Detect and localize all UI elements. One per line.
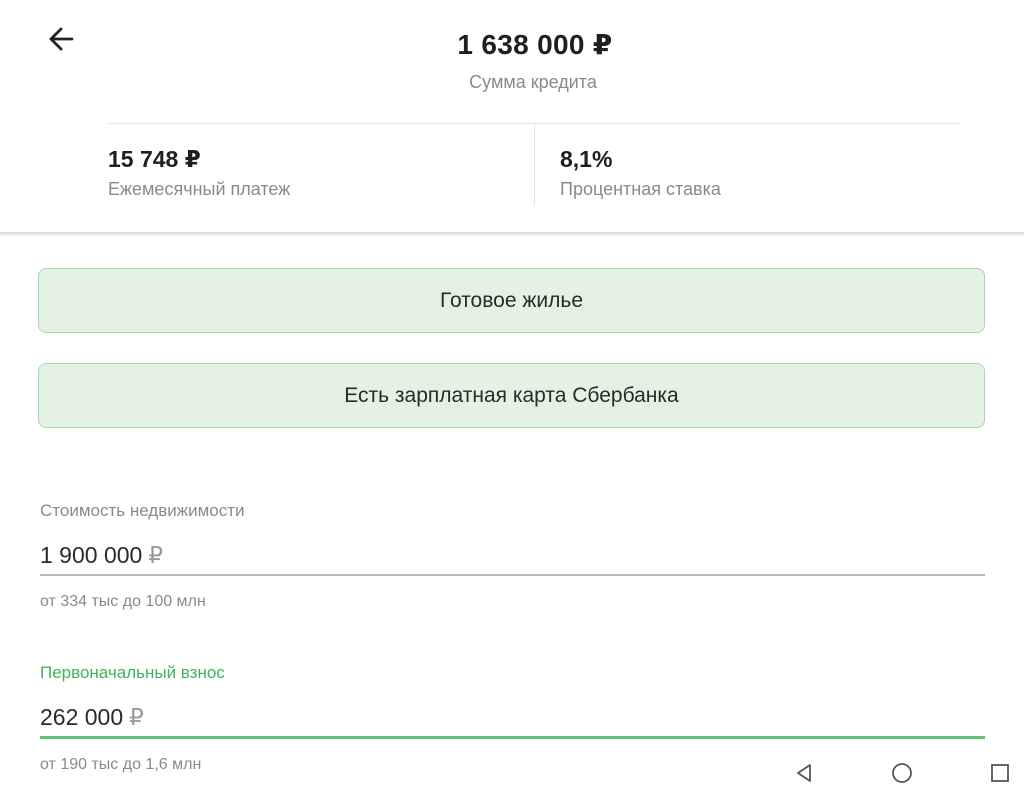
property-price-hint: от 334 тыс до 100 млн [40, 593, 206, 610]
down-payment-label: Первоначальный взнос [40, 663, 225, 682]
monthly-payment: 15 748 ₽ Ежемесячный платеж [108, 144, 290, 200]
monthly-payment-value: 15 748 ₽ [108, 146, 201, 172]
down-payment-hint: от 190 тыс до 1,6 млн [40, 756, 202, 773]
option-ready-housing-button[interactable]: Готовое жилье [38, 268, 985, 333]
property-price-field: Стоимость недвижимости 1 900 000 ₽ от 33… [40, 500, 985, 612]
down-payment-input[interactable]: 262 000 ₽ [40, 702, 985, 739]
down-payment-value[interactable]: 262 000 [40, 702, 123, 732]
property-price-input[interactable]: 1 900 000 ₽ [40, 540, 985, 576]
triangle-back-icon[interactable] [792, 761, 816, 785]
monthly-payment-label: Ежемесячный платеж [108, 179, 291, 199]
summary-header: 1 638 000 ₽ Сумма кредита 15 748 ₽ Ежеме… [0, 0, 1024, 233]
interest-rate-value: 8,1% [560, 146, 613, 172]
option-salary-card-button[interactable]: Есть зарплатная карта Сбербанка [38, 363, 985, 428]
down-payment-field: Первоначальный взнос 262 000 ₽ от 190 ты… [40, 662, 985, 775]
loan-amount: 1 638 000 ₽ [457, 29, 613, 60]
property-price-label: Стоимость недвижимости [40, 501, 245, 520]
square-recent-icon[interactable] [988, 761, 1012, 785]
ruble-sign: ₽ [129, 704, 144, 730]
interest-rate: 8,1% Процентная ставка [560, 144, 721, 200]
property-price-value[interactable]: 1 900 000 [40, 540, 142, 570]
loan-amount-label: Сумма кредита [469, 72, 597, 92]
interest-rate-label: Процентная ставка [560, 179, 721, 199]
metrics-divider [534, 124, 535, 206]
ruble-sign: ₽ [148, 542, 163, 568]
header-shadow [0, 232, 1024, 236]
circle-home-icon[interactable] [890, 761, 914, 785]
